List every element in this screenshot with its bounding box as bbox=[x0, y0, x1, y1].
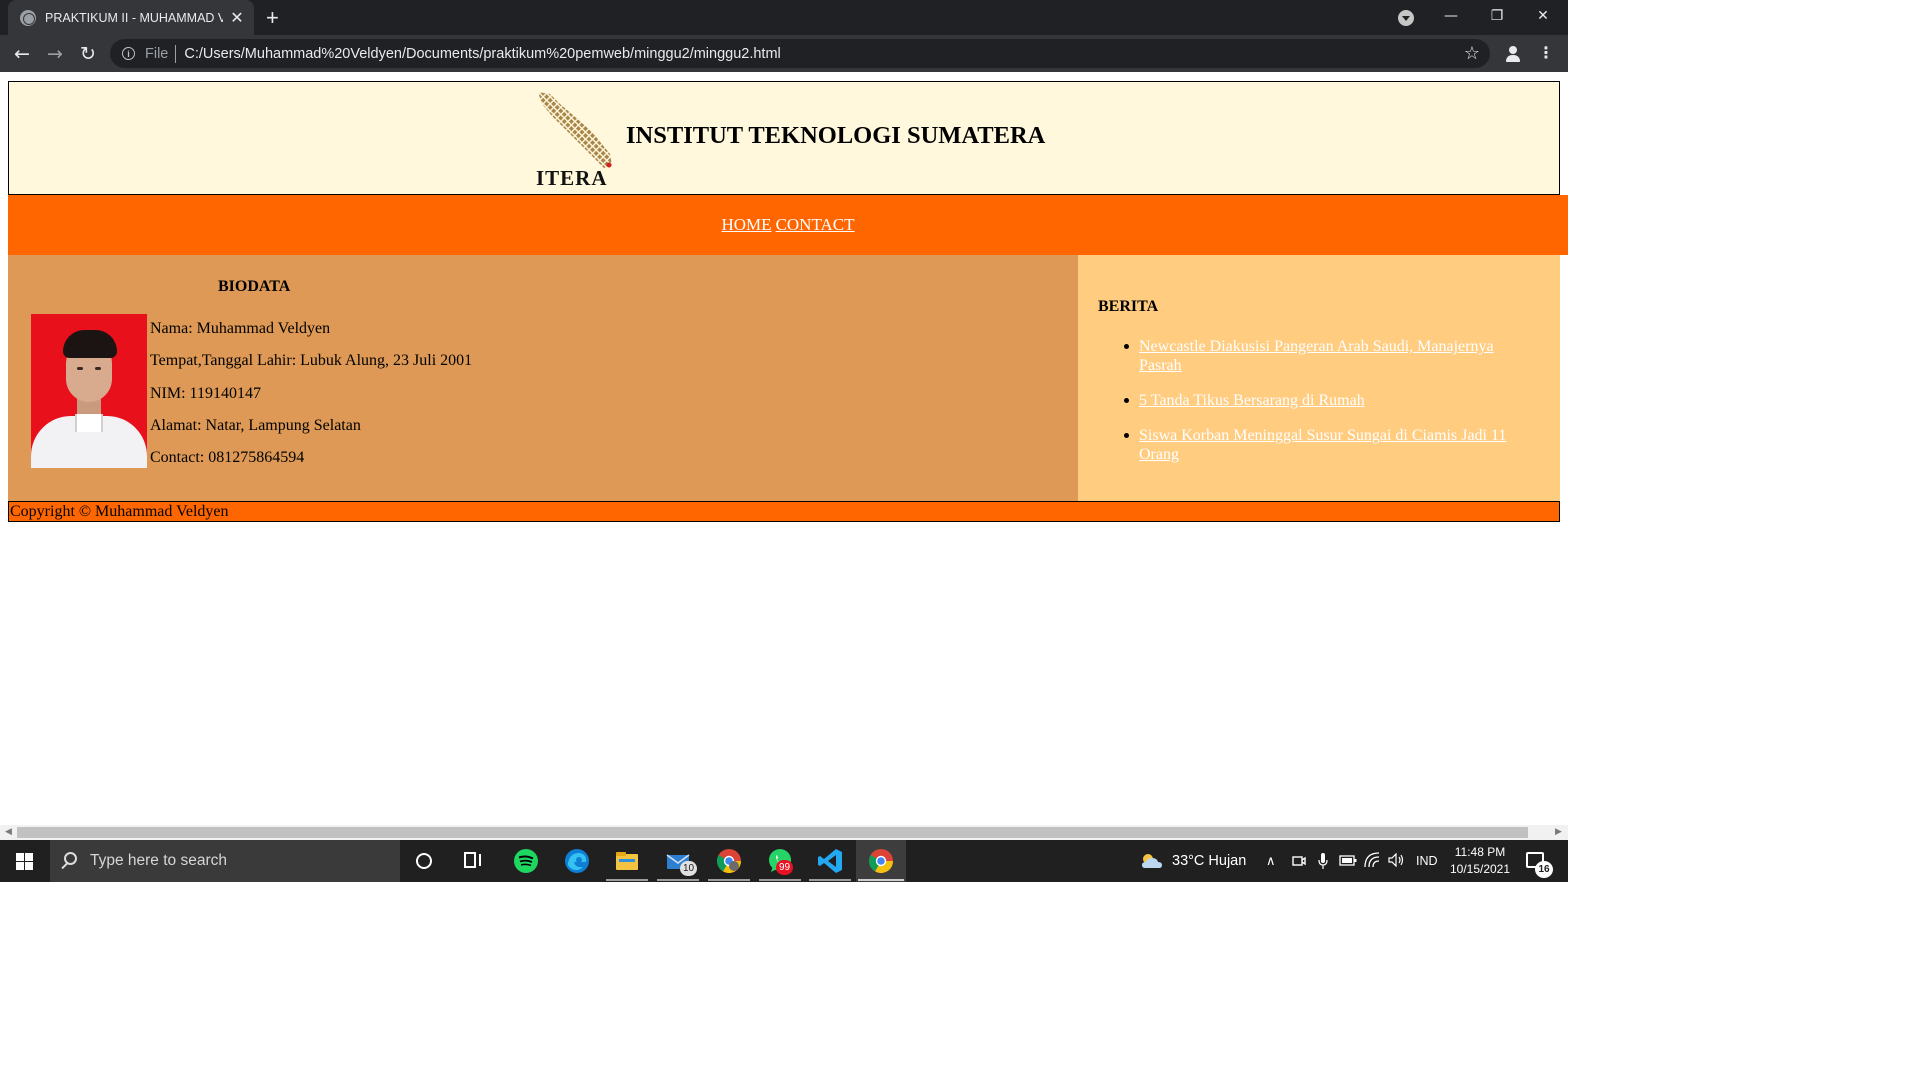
battery-icon[interactable] bbox=[1339, 855, 1357, 866]
minimize-button[interactable]: — bbox=[1428, 0, 1474, 32]
logo-text: ITERA bbox=[536, 166, 608, 190]
tab-title: PRAKTIKUM II - MUHAMMAD VELDYEN bbox=[45, 10, 223, 25]
windows-taskbar: Type here to search 10 99 33°C Hujan ∧ I… bbox=[0, 840, 1568, 882]
profile-photo bbox=[31, 314, 147, 468]
chrome-icon[interactable] bbox=[868, 848, 894, 874]
search-icon bbox=[64, 852, 77, 865]
news-link[interactable]: Newcastle Diakusisi Pangeran Arab Saudi,… bbox=[1139, 338, 1494, 374]
nav-link-contact[interactable]: CONTACT bbox=[776, 215, 855, 234]
scrollbar-thumb[interactable] bbox=[17, 827, 1528, 838]
bio-birth: Tempat,Tanggal Lahir: Lubuk Alung, 23 Ju… bbox=[150, 352, 473, 369]
web-page: ITERA INSTITUT TEKNOLOGI SUMATERA HOME C… bbox=[0, 72, 1568, 825]
microphone-icon[interactable] bbox=[1318, 852, 1328, 870]
edge-icon[interactable] bbox=[564, 848, 590, 874]
browser-toolbar: ← → ↻ i File C:/Users/Muhammad%20Veldyen… bbox=[0, 35, 1568, 72]
reload-icon[interactable]: ↻ bbox=[75, 41, 101, 67]
news-item: Newcastle Diakusisi Pangeran Arab Saudi,… bbox=[1124, 337, 1539, 375]
back-arrow-icon[interactable]: ← bbox=[9, 41, 35, 67]
wifi-icon[interactable] bbox=[1364, 852, 1380, 868]
app-running-indicator bbox=[809, 879, 851, 881]
bookmark-star-icon[interactable]: ☆ bbox=[1464, 43, 1480, 64]
page-footer: Copyright © Muhammad Veldyen bbox=[8, 501, 1560, 522]
cortana-icon[interactable] bbox=[416, 853, 432, 869]
mail-badge: 10 bbox=[680, 861, 698, 876]
notification-badge: 16 bbox=[1535, 861, 1553, 878]
site-header: ITERA INSTITUT TEKNOLOGI SUMATERA bbox=[8, 81, 1560, 195]
address-bar[interactable]: i File C:/Users/Muhammad%20Veldyen/Docum… bbox=[110, 39, 1490, 68]
meet-now-icon[interactable] bbox=[1292, 854, 1306, 868]
weather-text[interactable]: 33°C Hujan bbox=[1172, 853, 1246, 869]
chrome-profile-icon[interactable] bbox=[716, 848, 742, 874]
language-indicator[interactable]: IND bbox=[1416, 854, 1438, 868]
app-running-indicator bbox=[759, 879, 801, 881]
window-close-button[interactable]: ✕ bbox=[1520, 0, 1566, 32]
app-running-indicator bbox=[657, 879, 699, 881]
tab-search-icon[interactable] bbox=[1398, 10, 1414, 26]
whatsapp-badge: 99 bbox=[776, 860, 794, 875]
biodata-heading: BIODATA bbox=[218, 278, 291, 295]
horizontal-scrollbar[interactable]: ◀ ▶ bbox=[0, 825, 1568, 840]
search-placeholder: Type here to search bbox=[90, 852, 227, 869]
bio-contact: Contact: 081275864594 bbox=[150, 449, 305, 466]
news-item: 5 Tanda Tikus Bersarang di Rumah bbox=[1124, 391, 1539, 410]
itera-logo: ITERA bbox=[536, 90, 616, 190]
windows-start-icon[interactable] bbox=[16, 853, 33, 870]
bio-nim: NIM: 119140147 bbox=[150, 385, 261, 402]
info-icon[interactable]: i bbox=[122, 47, 135, 60]
url-text[interactable]: C:/Users/Muhammad%20Veldyen/Documents/pr… bbox=[184, 46, 780, 62]
news-link[interactable]: Siswa Korban Meninggal Susur Sungai di C… bbox=[1139, 427, 1506, 463]
news-link[interactable]: 5 Tanda Tikus Bersarang di Rumah bbox=[1139, 392, 1365, 409]
news-item: Siswa Korban Meninggal Susur Sungai di C… bbox=[1124, 426, 1539, 464]
new-tab-button[interactable]: + bbox=[266, 5, 279, 31]
address-divider bbox=[175, 44, 177, 63]
clock-date: 10/15/2021 bbox=[1449, 862, 1511, 876]
forward-arrow-icon[interactable]: → bbox=[42, 41, 68, 67]
news-heading: BERITA bbox=[1098, 298, 1159, 315]
spotify-icon[interactable] bbox=[513, 848, 539, 874]
news-section: BERITA Newcastle Diakusisi Pangeran Arab… bbox=[1078, 255, 1560, 501]
browser-tab[interactable]: PRAKTIKUM II - MUHAMMAD VELDYEN ✕ bbox=[8, 0, 254, 35]
menu-dots-icon[interactable]: ⋮ bbox=[1538, 43, 1554, 62]
vscode-icon[interactable] bbox=[817, 848, 843, 874]
tab-close-icon[interactable]: ✕ bbox=[229, 8, 245, 27]
bio-name: Nama: Muhammad Veldyen bbox=[150, 320, 331, 337]
taskbar-search-box[interactable]: Type here to search bbox=[50, 840, 400, 882]
chevron-up-icon[interactable]: ∧ bbox=[1266, 840, 1276, 882]
profile-icon[interactable] bbox=[1503, 44, 1523, 64]
app-running-indicator bbox=[606, 879, 648, 881]
nav-link-home[interactable]: HOME bbox=[722, 215, 772, 234]
globe-icon bbox=[20, 9, 36, 26]
biodata-section: BIODATA Nama: Muhammad Veldyen Tempat,Ta… bbox=[8, 255, 1078, 501]
browser-tab-strip: PRAKTIKUM II - MUHAMMAD VELDYEN ✕ + — ❐ … bbox=[0, 0, 1568, 35]
scroll-left-arrow-icon[interactable]: ◀ bbox=[5, 827, 12, 837]
bio-address: Alamat: Natar, Lampung Selatan bbox=[150, 417, 361, 434]
scheme-label: File bbox=[145, 45, 169, 62]
scroll-right-arrow-icon[interactable]: ▶ bbox=[1555, 827, 1562, 837]
task-view-icon[interactable] bbox=[464, 852, 482, 868]
taskbar-clock[interactable]: 11:48 PM 10/15/2021 bbox=[1446, 844, 1514, 878]
app-running-indicator bbox=[708, 879, 750, 881]
site-title: INSTITUT TEKNOLOGI SUMATERA bbox=[626, 122, 1046, 149]
restore-button[interactable]: ❐ bbox=[1474, 0, 1520, 32]
clock-time: 11:48 PM bbox=[1454, 845, 1506, 859]
app-active-indicator bbox=[858, 879, 904, 881]
file-explorer-icon[interactable] bbox=[614, 848, 640, 874]
main-navbar: HOME CONTACT bbox=[8, 195, 1568, 255]
volume-icon[interactable] bbox=[1388, 853, 1406, 867]
weather-cloud-icon[interactable] bbox=[1140, 851, 1164, 871]
